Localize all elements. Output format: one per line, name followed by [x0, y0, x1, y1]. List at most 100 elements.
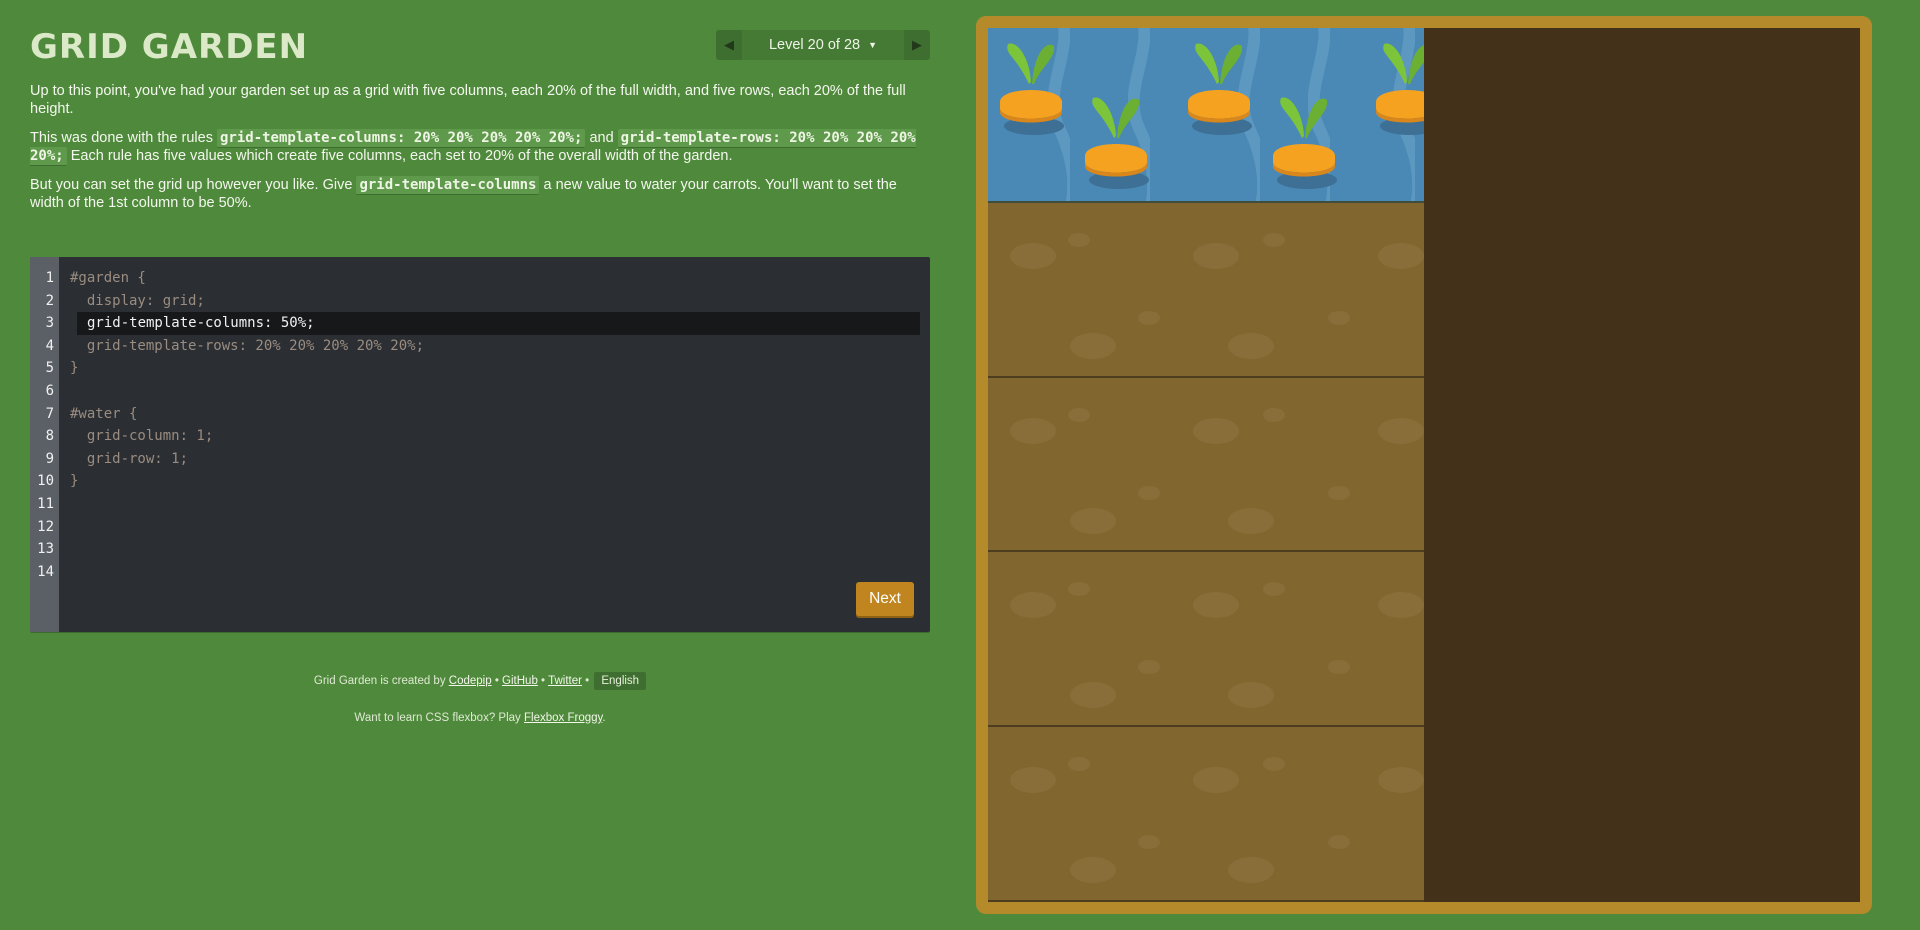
line-number: 10 — [37, 473, 54, 490]
pebble-shape — [1068, 407, 1090, 422]
instructions: Up to this point, you've had your garden… — [30, 82, 930, 212]
line-number: 5 — [45, 360, 54, 377]
pebble-shape — [1193, 767, 1239, 794]
pebble-shape — [1138, 310, 1160, 325]
code-line: display: grid; — [70, 292, 205, 309]
github-link[interactable]: GitHub — [502, 675, 538, 687]
twitter-link[interactable]: Twitter — [548, 675, 582, 687]
pebble-shape — [1328, 835, 1350, 850]
pebble-shape — [1378, 417, 1424, 444]
pebble-shape — [1068, 582, 1090, 597]
pebble-shape — [1228, 682, 1274, 709]
triangle-right-icon: ▶ — [912, 37, 922, 52]
code-line: } — [70, 360, 79, 377]
code-area: #garden { display: grid; grid-template-r… — [59, 257, 930, 632]
instruction-text: Each rule has five values which create f… — [66, 148, 733, 164]
code-line: grid-row: 1; — [70, 450, 189, 467]
next-button[interactable]: Next — [856, 582, 914, 616]
pebble-shape — [1263, 757, 1285, 772]
next-level-arrow-button[interactable]: ▶ — [904, 30, 930, 60]
carrot-icon — [1000, 43, 1064, 135]
line-number: 3 — [45, 315, 54, 332]
separator: • — [537, 675, 549, 687]
credits-row: Grid Garden is created by Codepip • GitH… — [30, 672, 930, 690]
pebble-shape — [1070, 332, 1116, 359]
line-number-gutter: 1 2 3 4 5 6 7 8 9 10 11 12 13 14 — [30, 257, 59, 632]
garden-board — [976, 16, 1872, 914]
pebble-shape — [1228, 857, 1274, 884]
pebble-shape — [1228, 332, 1274, 359]
code-snippet: grid-template-columns: 20% 20% 20% 20% 2… — [216, 129, 586, 148]
credits-text: Grid Garden is created by — [313, 675, 449, 687]
pebble-shape — [1010, 767, 1056, 794]
pebble-shape — [1263, 232, 1285, 247]
instruction-paragraph-2: This was done with the rules grid-templa… — [30, 129, 930, 166]
soil-plot — [988, 202, 1424, 378]
line-number: 8 — [45, 428, 54, 445]
level-indicator[interactable]: Level 20 of 28 ▼ — [742, 30, 904, 60]
pebble-shape — [1138, 835, 1160, 850]
level-label: Level 20 of 28 — [768, 37, 861, 53]
pebble-shape — [1070, 507, 1116, 534]
prev-level-button[interactable]: ◀ — [716, 30, 742, 60]
garden-grid — [988, 28, 1860, 902]
css-editor: 1 2 3 4 5 6 7 8 9 10 11 12 13 14 #garden… — [30, 257, 930, 632]
line-number: 13 — [37, 541, 54, 558]
code-line: grid-column: 1; — [70, 428, 214, 445]
pebble-shape — [1263, 582, 1285, 597]
instruction-paragraph-3: But you can set the grid up however you … — [30, 176, 930, 212]
pebble-shape — [1010, 592, 1056, 619]
pebble-shape — [1328, 310, 1350, 325]
code-input[interactable] — [87, 315, 687, 332]
separator: • — [581, 675, 593, 687]
sidebar: GRID GARDEN ◀ Level 20 of 28 ▼ ▶ Up to t… — [30, 22, 930, 724]
pebble-shape — [1378, 242, 1424, 269]
separator: • — [491, 675, 503, 687]
triangle-left-icon: ◀ — [724, 37, 734, 52]
flexbox-froggy-link[interactable]: Flexbox Froggy — [524, 712, 602, 724]
pebble-shape — [1070, 682, 1116, 709]
instruction-text: and — [585, 130, 618, 146]
line-number: 2 — [45, 292, 54, 309]
line-number: 11 — [37, 495, 54, 512]
instruction-text: But you can set the grid up however you … — [30, 177, 357, 193]
level-navigator: ◀ Level 20 of 28 ▼ ▶ — [716, 30, 930, 60]
pebble-shape — [1193, 592, 1239, 619]
credits-text: . — [602, 712, 606, 724]
pebble-shape — [1193, 242, 1239, 269]
pebble-shape — [1010, 417, 1056, 444]
language-selector[interactable]: English — [594, 672, 647, 690]
code-line: grid-template-rows: 20% 20% 20% 20% 20%; — [70, 337, 425, 354]
pebble-shape — [1138, 660, 1160, 675]
pebble-shape — [1068, 232, 1090, 247]
line-number: 14 — [37, 563, 54, 580]
line-number: 6 — [45, 382, 54, 399]
carrot-icon — [1085, 97, 1149, 189]
line-number: 12 — [37, 518, 54, 535]
pebble-shape — [1328, 660, 1350, 675]
pebble-shape — [1263, 407, 1285, 422]
water-tile — [988, 28, 1424, 203]
carrot-icon — [1376, 43, 1424, 135]
soil-plot — [988, 552, 1424, 728]
code-line: } — [70, 473, 79, 490]
code-line: #garden { — [70, 270, 146, 286]
pebble-shape — [1378, 592, 1424, 619]
codepip-link[interactable]: Codepip — [449, 675, 492, 687]
line-number: 7 — [45, 405, 54, 422]
carrot-icon — [1273, 97, 1337, 189]
pebble-shape — [1010, 242, 1056, 269]
pebble-shape — [1138, 485, 1160, 500]
soil-plot — [988, 727, 1424, 902]
code-line: #water { — [70, 405, 138, 422]
soil-plot — [988, 377, 1424, 553]
credits: Grid Garden is created by Codepip • GitH… — [30, 672, 930, 724]
credits-row-2: Want to learn CSS flexbox? Play Flexbox … — [30, 712, 930, 724]
code-snippet: grid-template-columns — [356, 176, 540, 195]
pebble-shape — [1070, 857, 1116, 884]
pebble-shape — [1068, 757, 1090, 772]
instruction-text: This was done with the rules — [30, 130, 217, 146]
pebble-shape — [1328, 485, 1350, 500]
code-input-line[interactable] — [77, 312, 920, 335]
